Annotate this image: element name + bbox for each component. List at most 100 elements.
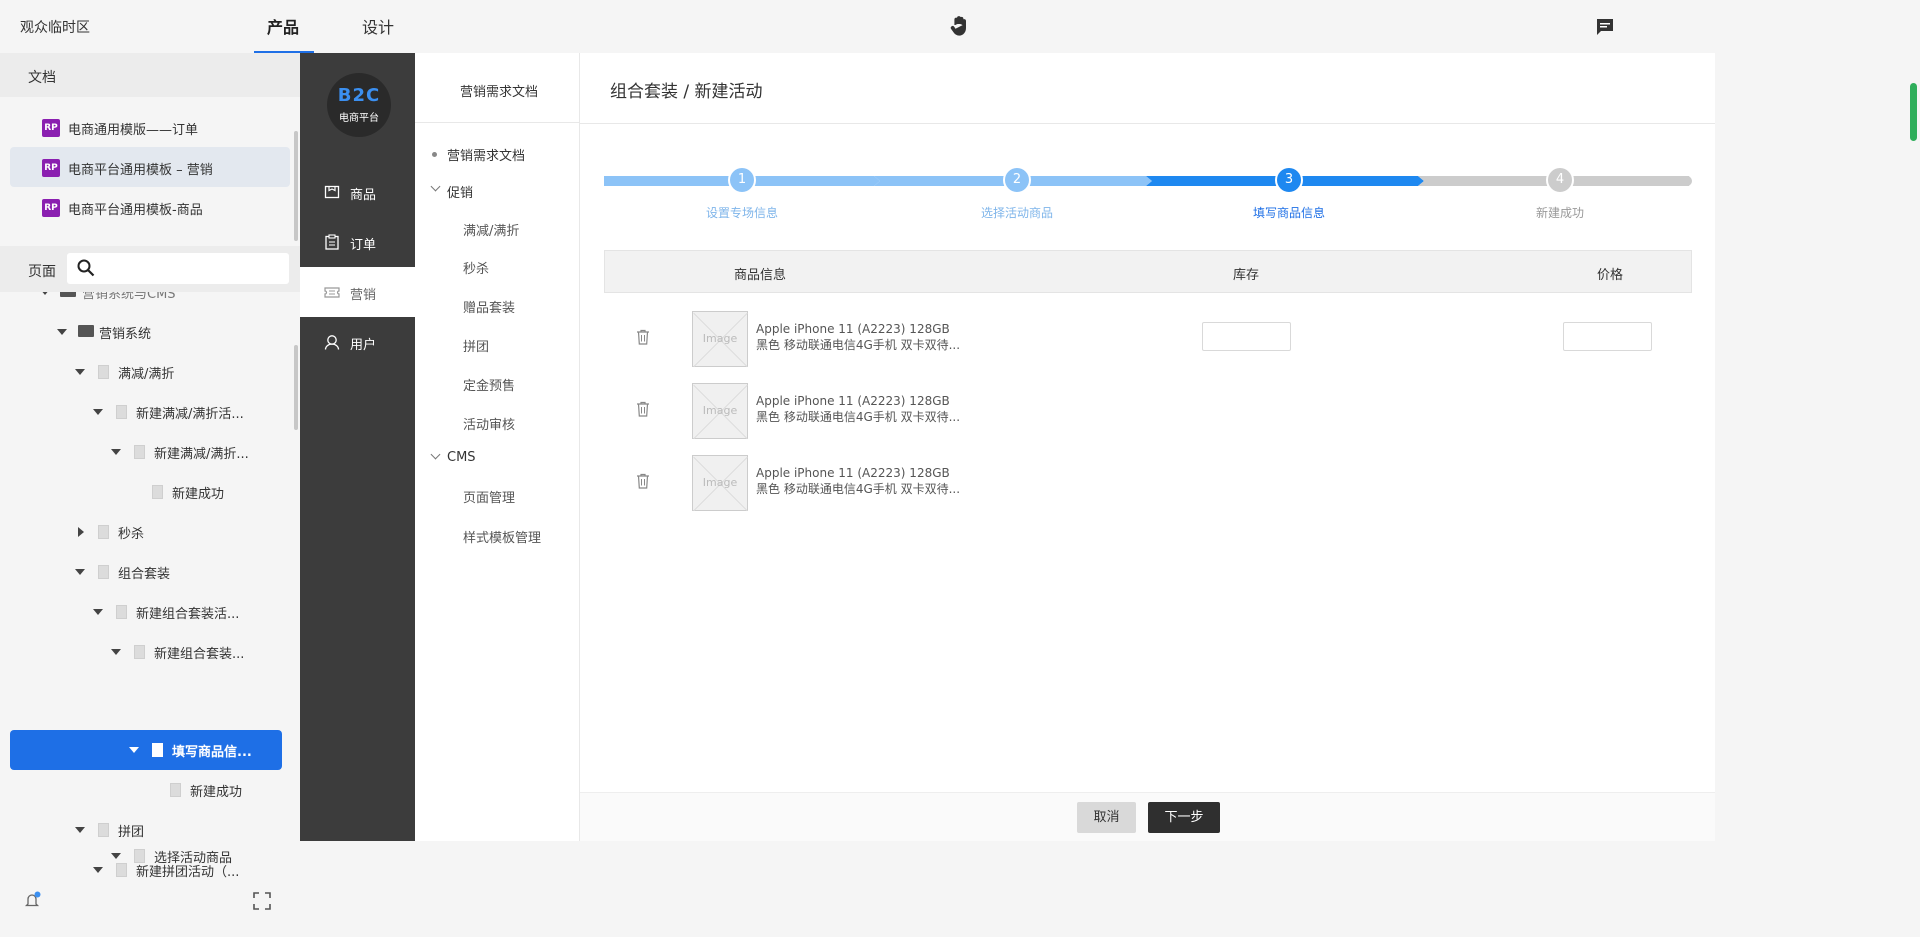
rp-file-icon: RP [42, 119, 60, 137]
collapse-arrow-icon[interactable] [93, 409, 103, 415]
notification-bell-icon[interactable] [24, 891, 42, 909]
column-header-price: 价格 [1597, 268, 1624, 283]
tree-node[interactable]: 满减/满折 [10, 352, 282, 392]
page-icon [134, 849, 145, 863]
submenu-item-group-buy[interactable]: 拼团 [463, 336, 489, 355]
trash-icon[interactable] [636, 329, 650, 345]
tree-node-label: 填写商品信... [172, 745, 252, 760]
trash-icon[interactable] [636, 401, 650, 417]
page-icon [134, 445, 145, 459]
table-row: Image Apple iPhone 11 (A2223) 128GB 黑色 移… [604, 311, 1692, 371]
collapse-arrow-icon[interactable] [111, 449, 121, 455]
tab-product[interactable]: 产品 [267, 14, 299, 38]
collapse-arrow-icon[interactable] [40, 292, 50, 295]
cancel-button[interactable]: 取消 [1077, 802, 1136, 833]
column-header-stock: 库存 [1233, 268, 1260, 283]
tree-node-label: 组合套装 [118, 567, 171, 582]
canvas-scrollbar[interactable] [1910, 83, 1917, 141]
submenu-item-review[interactable]: 活动审核 [463, 414, 515, 433]
tree-node[interactable]: 选择活动商品 [10, 836, 282, 876]
stock-input[interactable] [1202, 322, 1291, 351]
tree-node-label: 新建满减/满折活... [136, 407, 244, 422]
tab-design[interactable]: 设计 [362, 14, 394, 38]
tree-node[interactable]: 营销系统与CMS [10, 292, 282, 312]
product-name: Apple iPhone 11 (A2223) 128GB 黑色 移动联通电信4… [756, 322, 961, 352]
submenu-item-discount[interactable]: 满减/满折 [463, 220, 519, 239]
tree-node-label: 满减/满折 [118, 367, 175, 382]
trash-icon[interactable] [636, 473, 650, 489]
comment-icon[interactable] [1595, 17, 1615, 37]
expand-arrow-icon[interactable] [78, 527, 84, 537]
workspace-name[interactable]: 观众临时区 [20, 17, 90, 37]
tree-node[interactable]: 新建成功 [10, 472, 282, 512]
step-2-circle: 2 [1003, 166, 1031, 194]
submenu-item-page-manage[interactable]: 页面管理 [463, 487, 515, 506]
doc-label: 电商平台通用模板-商品 [68, 203, 203, 218]
next-step-button[interactable]: 下一步 [1148, 802, 1220, 833]
search-icon [77, 259, 95, 277]
page-search-input[interactable] [67, 253, 289, 284]
page-icon [152, 743, 163, 757]
page-icon [152, 485, 163, 499]
hand-tool-icon[interactable] [948, 14, 972, 38]
collapse-arrow-icon[interactable] [111, 649, 121, 655]
tree-node[interactable]: 秒杀 [10, 512, 282, 552]
price-input[interactable] [1563, 322, 1652, 351]
submenu-group-promotion[interactable]: 促销 [447, 182, 473, 201]
tree-node[interactable]: 新建成功 [10, 770, 282, 810]
page-icon [116, 405, 127, 419]
doc-item-order[interactable]: RP 电商通用模版——订单 [10, 107, 290, 147]
step-1-circle: 1 [728, 166, 756, 194]
tree-node[interactable]: 新建组合套装活... [10, 592, 282, 632]
collapse-arrow-icon[interactable] [75, 369, 85, 375]
submenu-item-gift-bundle[interactable]: 赠品套装 [463, 297, 515, 316]
tree-node[interactable]: 新建组合套装... [10, 632, 282, 672]
collapse-arrow-icon[interactable] [75, 827, 85, 833]
table-row: Image Apple iPhone 11 (A2223) 128GB 黑色 移… [604, 455, 1692, 515]
tree-node[interactable]: 营销系统 [10, 312, 282, 352]
collapse-arrow-icon[interactable] [111, 853, 121, 859]
tree-node[interactable]: 新建满减/满折... [10, 432, 282, 472]
page-icon [134, 645, 145, 659]
step-1-label: 设置专场信息 [705, 206, 778, 220]
submenu-item-marketing-doc[interactable]: 营销需求文档 [447, 145, 525, 164]
doc-item-product[interactable]: RP 电商平台通用模板-商品 [10, 187, 290, 227]
docs-scrollbar[interactable] [294, 131, 298, 241]
page-title: 组合套装 / 新建活动 [610, 82, 763, 102]
tree-node-label: 营销系统与CMS [82, 292, 176, 302]
product-image-placeholder: Image [692, 311, 748, 368]
chevron-down-icon[interactable] [430, 449, 441, 460]
nav-item-orders[interactable]: 订单 [300, 217, 415, 267]
step-2-label: 选择活动商品 [980, 206, 1053, 220]
nav-item-users[interactable]: 用户 [300, 317, 415, 367]
tree-node-selected[interactable]: 填写商品信... [10, 730, 282, 770]
table-row: Image Apple iPhone 11 (A2223) 128GB 黑色 移… [604, 383, 1692, 443]
chevron-down-icon[interactable] [430, 181, 441, 192]
tree-node-label: 新建成功 [172, 487, 225, 502]
submenu-item-presale[interactable]: 定金预售 [463, 375, 515, 394]
collapse-arrow-icon[interactable] [129, 747, 139, 753]
nav-label: 营销 [350, 288, 377, 303]
submenu-item-flash-sale[interactable]: 秒杀 [463, 258, 489, 277]
step-3-label: 填写商品信息 [1252, 206, 1325, 220]
nav-item-marketing[interactable]: 营销 [300, 267, 415, 317]
app-sidebar-nav: B2C 电商平台 商品 订单 营销 用户 [300, 53, 415, 841]
fullscreen-icon[interactable] [252, 891, 272, 911]
page-icon [98, 823, 109, 837]
collapse-arrow-icon[interactable] [57, 329, 67, 335]
doc-item-marketing[interactable]: RP 电商平台通用模板 – 营销 [10, 147, 290, 187]
box-icon [324, 185, 340, 199]
submenu-group-cms[interactable]: CMS [447, 450, 476, 465]
tree-node[interactable]: 新建满减/满折活... [10, 392, 282, 432]
tree-node-label: 新建组合套装... [154, 647, 245, 662]
collapse-arrow-icon[interactable] [93, 609, 103, 615]
tree-node[interactable]: 组合套装 [10, 552, 282, 592]
rp-file-icon: RP [42, 199, 60, 217]
tree-scrollbar[interactable] [294, 345, 298, 430]
submenu-item-template-manage[interactable]: 样式模板管理 [463, 527, 541, 546]
nav-item-products[interactable]: 商品 [300, 167, 415, 217]
collapse-arrow-icon[interactable] [75, 569, 85, 575]
table-header: 商品信息 库存 价格 [604, 250, 1692, 293]
page-icon [98, 365, 109, 379]
doc-label: 电商通用模版——订单 [68, 123, 199, 138]
